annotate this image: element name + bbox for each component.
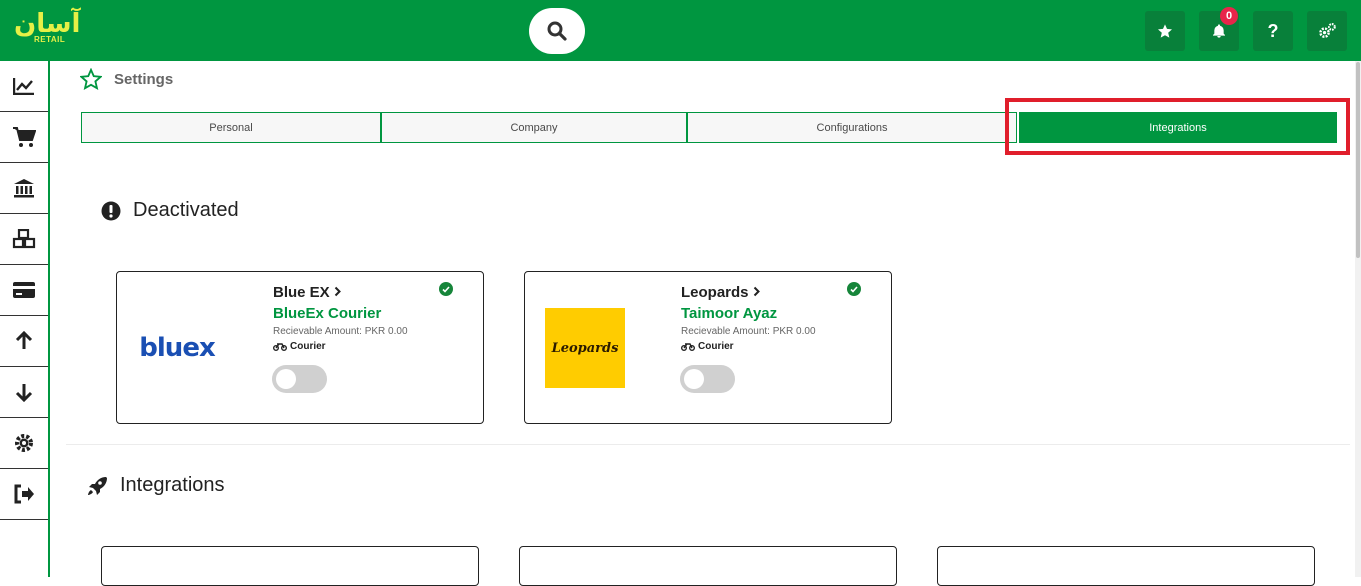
card-amount: Recievable Amount: PKR 0.00: [681, 326, 816, 337]
notifications-button[interactable]: 0: [1199, 7, 1239, 51]
sidebar-item-download[interactable]: [0, 367, 48, 418]
card-amount: Recievable Amount: PKR 0.00: [273, 326, 408, 337]
logo-sub-text: RETAIL: [34, 35, 66, 44]
sidebar-item-dashboard[interactable]: [0, 61, 48, 112]
toggle-knob: [276, 369, 296, 389]
settings-menu-button[interactable]: [1307, 11, 1347, 51]
sidebar-item-upload[interactable]: [0, 316, 48, 367]
card-type: Courier: [273, 341, 326, 352]
sidebar-item-sales[interactable]: [0, 112, 48, 163]
sidebar-item-payments[interactable]: [0, 265, 48, 316]
breadcrumb: Settings: [80, 68, 173, 90]
cart-icon: [13, 127, 36, 147]
integrations-tab-highlight: [1005, 98, 1350, 155]
star-outline-icon[interactable]: [80, 68, 102, 90]
arrow-up-icon: [15, 331, 33, 349]
sidebar-item-settings[interactable]: [0, 418, 48, 469]
motorcycle-icon: [681, 343, 695, 351]
card-title-link[interactable]: Leopards: [681, 284, 761, 301]
integration-card[interactable]: [519, 546, 897, 586]
card-title: Leopards: [681, 284, 749, 301]
activation-toggle[interactable]: [680, 365, 735, 393]
gear-icon: [15, 434, 33, 452]
page-title: Settings: [114, 70, 174, 88]
cubes-icon: [12, 229, 36, 249]
card-type: Courier: [681, 341, 734, 352]
integrations-section-header: Integrations: [86, 474, 225, 497]
bell-icon: [1213, 24, 1225, 38]
card-title: Blue EX: [273, 284, 330, 301]
card-subtitle: Taimoor Ayaz: [681, 305, 778, 322]
tab-configurations[interactable]: Configurations: [687, 112, 1017, 143]
chevron-right-icon: [753, 286, 760, 297]
rocket-icon: [88, 476, 107, 495]
card-title-link[interactable]: Blue EX: [273, 284, 342, 301]
bluex-logo: bluex: [137, 308, 217, 388]
arrow-down-icon: [15, 384, 33, 402]
search-icon: [547, 21, 567, 41]
sidebar-item-inventory[interactable]: [0, 214, 48, 265]
dashboard-chart-icon: [13, 78, 34, 95]
bank-icon: [14, 179, 34, 198]
leopards-logo-text: Leopards: [551, 340, 619, 356]
integrations-heading: Integrations: [120, 474, 225, 496]
help-button[interactable]: ?: [1253, 11, 1293, 51]
sidebar: [0, 61, 50, 577]
star-icon: [1158, 24, 1172, 38]
help-icon: ?: [1267, 20, 1279, 41]
check-circle-icon: [847, 282, 861, 296]
favorites-button[interactable]: [1145, 11, 1185, 51]
integration-card[interactable]: [101, 546, 479, 586]
tab-company[interactable]: Company: [381, 112, 687, 143]
cogs-icon: [1319, 23, 1336, 38]
card-subtitle: BlueEx Courier: [273, 305, 382, 322]
motorcycle-icon: [273, 343, 287, 351]
leopards-logo: Leopards: [545, 308, 625, 388]
search-button[interactable]: [529, 8, 585, 54]
section-divider: [66, 444, 1350, 445]
header-actions: 0 ?: [1145, 7, 1347, 51]
scrollbar-thumb[interactable]: [1356, 62, 1360, 258]
deactivated-heading: Deactivated: [133, 199, 239, 221]
top-bar: آسان RETAIL 0 ?: [0, 0, 1361, 61]
tab-personal[interactable]: Personal: [81, 112, 381, 143]
toggle-knob: [684, 369, 704, 389]
integration-card[interactable]: [937, 546, 1315, 586]
sign-out-icon: [14, 484, 34, 504]
credit-card-icon: [13, 282, 35, 298]
deactivated-section-header: Deactivated: [101, 199, 239, 222]
app-logo[interactable]: آسان RETAIL: [10, 8, 80, 48]
notifications-count-badge: 0: [1220, 7, 1238, 25]
sidebar-item-bank[interactable]: [0, 163, 48, 214]
activation-toggle[interactable]: [272, 365, 327, 393]
exclamation-circle-icon: [101, 201, 121, 220]
card-type-label: Courier: [698, 341, 734, 352]
integration-card-bluex: bluex Blue EX BlueEx Courier Recievable …: [116, 271, 484, 424]
sidebar-item-logout[interactable]: [0, 469, 48, 520]
chevron-right-icon: [334, 286, 341, 297]
bluex-logo-text: bluex: [139, 333, 215, 363]
integration-card-leopards: Leopards Leopards Taimoor Ayaz Recievabl…: [524, 271, 892, 424]
card-type-label: Courier: [290, 341, 326, 352]
check-circle-icon: [439, 282, 453, 296]
